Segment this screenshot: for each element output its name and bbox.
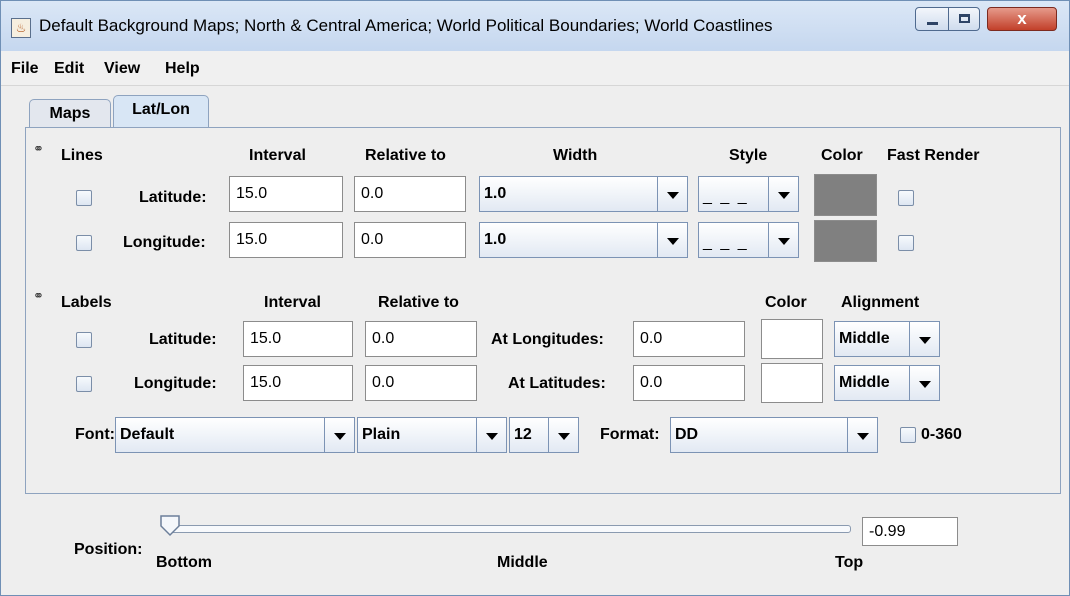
menu-edit[interactable]: Edit [54,60,84,78]
lines-latitude-label: Latitude: [139,189,207,206]
labels-longitude-alignment-value: Middle [839,374,890,391]
labels-at-longitudes-label: At Longitudes: [491,331,604,348]
labels-longitude-color-swatch[interactable] [761,363,823,403]
lines-section-label: Lines [61,147,103,164]
chevron-down-icon[interactable] [476,418,506,452]
labels-relative-header: Relative to [378,294,459,311]
font-size-value: 12 [514,426,532,443]
lines-longitude-width-value: 1.0 [484,231,507,248]
lines-longitude-checkbox[interactable] [76,235,92,251]
position-slider-track[interactable] [168,525,851,533]
position-label: Position: [74,541,143,558]
labels-longitude-interval-field[interactable]: 15.0 [243,365,353,401]
position-value-field[interactable]: -0.99 [862,517,958,546]
labels-alignment-header: Alignment [841,294,920,311]
menu-file[interactable]: File [11,60,39,78]
font-size-select[interactable]: 12 [509,417,579,453]
lines-latitude-style-value: _ _ _ [703,188,749,205]
position-slider-thumb[interactable] [159,515,183,537]
window-title: Default Background Maps; North & Central… [39,16,773,35]
position-top-label: Top [835,554,864,571]
lines-latitude-width-value: 1.0 [484,185,507,202]
lines-longitude-relative-field[interactable]: 0.0 [354,222,466,258]
labels-at-longitudes-field[interactable]: 0.0 [633,321,745,357]
labels-at-latitudes-label: At Latitudes: [508,375,606,392]
range-360-checkbox[interactable] [900,427,916,443]
labels-longitude-alignment-select[interactable]: Middle [834,365,940,401]
labels-latitude-relative-field[interactable]: 0.0 [365,321,477,357]
labels-latitude-label: Latitude: [149,331,217,348]
link-icon: ⚭ [33,288,44,303]
font-family-select[interactable]: Default [115,417,355,453]
menu-view[interactable]: View [104,60,140,78]
format-select[interactable]: DD [670,417,878,453]
labels-section-label: Labels [61,294,112,311]
lines-latitude-interval-field[interactable]: 15.0 [229,176,343,212]
labels-longitude-checkbox[interactable] [76,376,92,392]
lines-latitude-style-select[interactable]: _ _ _ [698,176,799,212]
labels-longitude-label: Longitude: [134,375,217,392]
chevron-down-icon[interactable] [768,177,798,211]
labels-latitude-checkbox[interactable] [76,332,92,348]
menu-bar: File Edit View Help [1,51,1069,86]
minimize-button[interactable] [915,7,949,31]
lines-longitude-label: Longitude: [123,234,206,251]
lines-longitude-width-select[interactable]: 1.0 [479,222,688,258]
labels-latitude-alignment-value: Middle [839,330,890,347]
close-icon: x [1017,9,1027,28]
labels-at-latitudes-field[interactable]: 0.0 [633,365,745,401]
menu-help[interactable]: Help [165,60,200,78]
labels-latitude-alignment-select[interactable]: Middle [834,321,940,357]
java-app-icon: ♨ [11,18,31,38]
labels-color-header: Color [765,294,807,311]
chevron-down-icon[interactable] [657,223,687,257]
lines-longitude-interval-field[interactable]: 15.0 [229,222,343,258]
lines-latitude-color-swatch[interactable] [814,174,877,216]
lines-longitude-style-select[interactable]: _ _ _ [698,222,799,258]
lines-longitude-color-swatch[interactable] [814,220,877,262]
link-icon: ⚭ [33,141,44,156]
lines-color-header: Color [821,147,863,164]
lines-latitude-checkbox[interactable] [76,190,92,206]
lines-longitude-fast-render-checkbox[interactable] [898,235,914,251]
position-middle-label: Middle [497,554,548,571]
labels-latitude-color-swatch[interactable] [761,319,823,359]
title-bar[interactable]: ♨ Default Background Maps; North & Centr… [1,1,1069,51]
lines-fast-render-header: Fast Render [887,147,980,164]
lines-width-header: Width [553,147,598,164]
tab-maps[interactable]: Maps [29,99,111,127]
lines-interval-header: Interval [249,147,306,164]
lines-latitude-width-select[interactable]: 1.0 [479,176,688,212]
chevron-down-icon[interactable] [324,418,354,452]
format-value: DD [675,426,699,443]
maximize-button[interactable] [948,7,980,31]
labels-interval-header: Interval [264,294,321,311]
labels-longitude-relative-field[interactable]: 0.0 [365,365,477,401]
font-style-value: Plain [362,426,401,443]
chevron-down-icon[interactable] [657,177,687,211]
lines-relative-header: Relative to [365,147,446,164]
close-button[interactable]: x [987,7,1057,31]
chevron-down-icon[interactable] [909,322,939,356]
chevron-down-icon[interactable] [847,418,877,452]
lines-style-header: Style [729,147,768,164]
position-bottom-label: Bottom [156,554,212,571]
chevron-down-icon[interactable] [909,366,939,400]
font-style-select[interactable]: Plain [357,417,507,453]
font-label: Font: [75,426,115,443]
tab-latlon[interactable]: Lat/Lon [113,95,209,127]
chevron-down-icon[interactable] [768,223,798,257]
lines-latitude-relative-field[interactable]: 0.0 [354,176,466,212]
chevron-down-icon[interactable] [548,418,578,452]
app-window: ♨ Default Background Maps; North & Centr… [0,0,1070,596]
labels-latitude-interval-field[interactable]: 15.0 [243,321,353,357]
range-360-label: 0-360 [921,426,962,443]
lines-latitude-fast-render-checkbox[interactable] [898,190,914,206]
format-label: Format: [600,426,660,443]
font-family-value: Default [120,426,175,443]
lines-longitude-style-value: _ _ _ [703,234,749,251]
